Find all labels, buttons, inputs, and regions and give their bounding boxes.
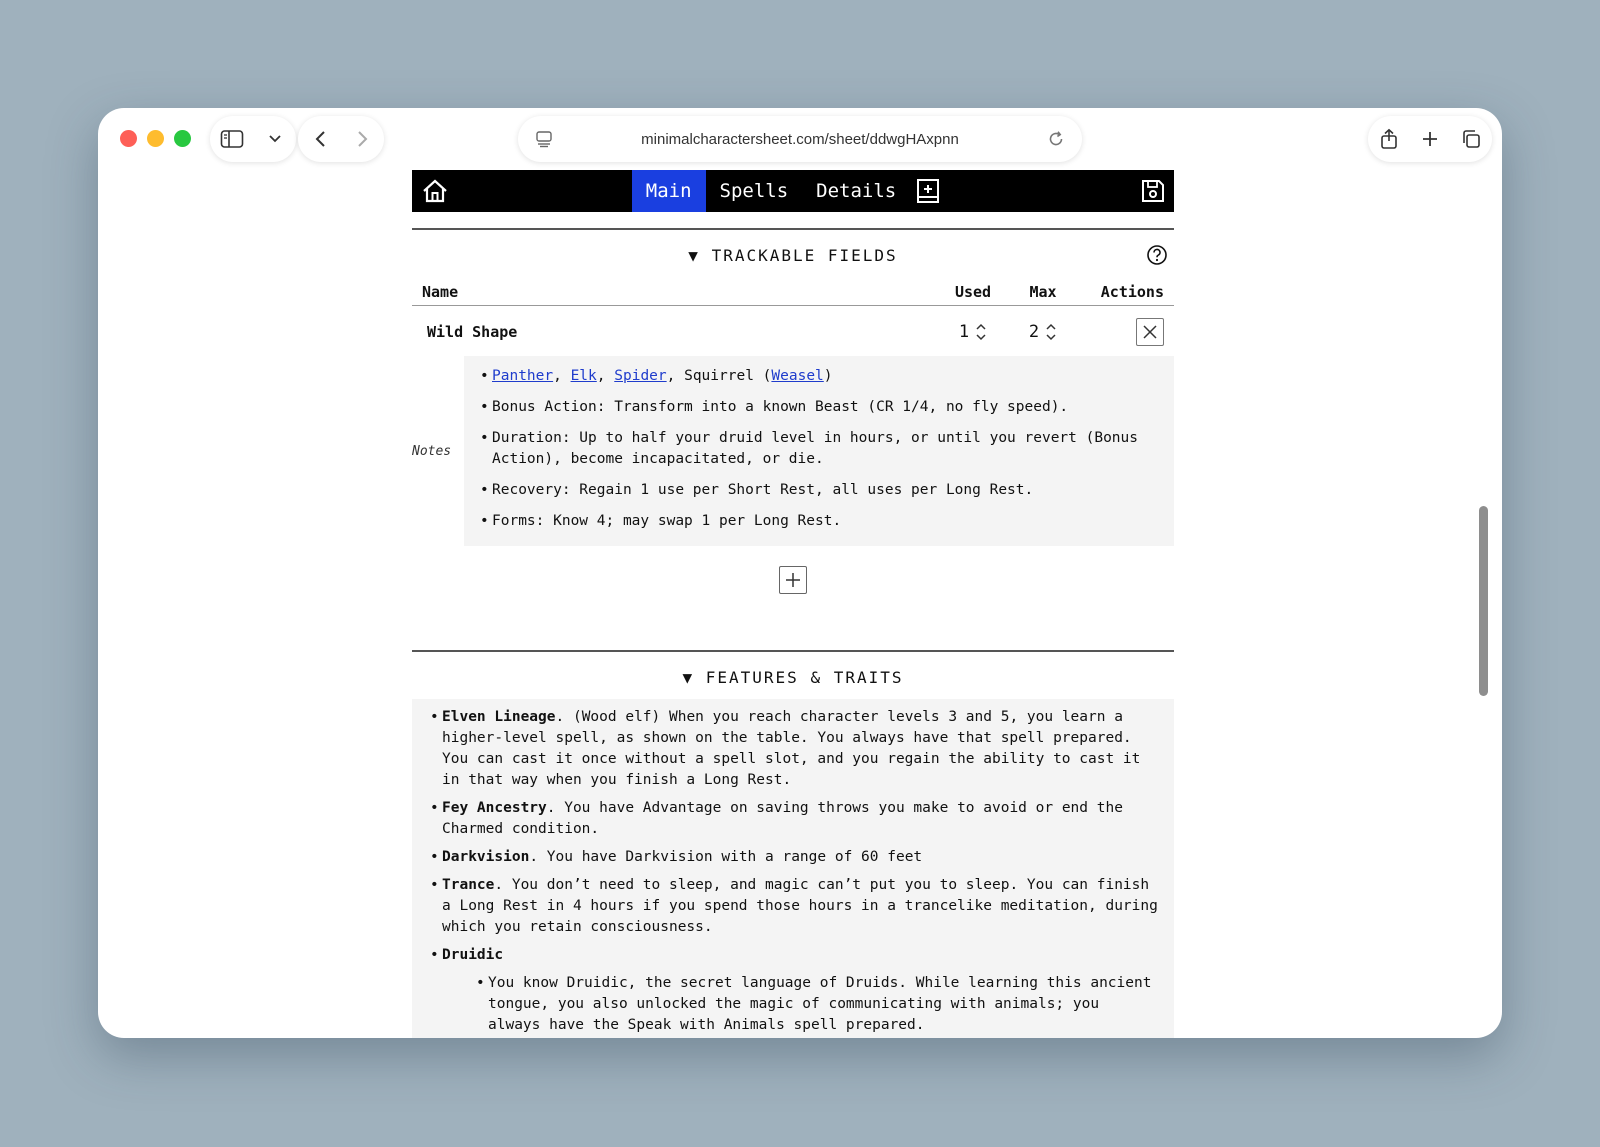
trackable-fields-section: ▼ TRACKABLE FIELDS Name Used Max Actions…: [412, 228, 1174, 650]
plus-icon: [786, 573, 800, 587]
close-window-button[interactable]: [120, 130, 137, 147]
tab-main[interactable]: Main: [631, 170, 706, 212]
features-content[interactable]: • Elven Lineage. (Wood elf) When you reac…: [412, 699, 1174, 1038]
add-page-icon[interactable]: [910, 170, 946, 212]
note-text: Forms: Know 4; may swap 1 per Long Rest.: [492, 513, 842, 529]
page-menu-icon[interactable]: [532, 127, 556, 151]
features-traits-section: ▼ FEATURES & TRAITS • Elven Lineage. (Woo…: [412, 650, 1174, 1038]
list-item: • Fey Ancestry. You have Advantage on sav…: [430, 800, 1123, 837]
notes-content[interactable]: • Panther, Elk, Spider, Squirrel (Weasel…: [464, 356, 1174, 546]
list-item: • Bonus Action: Transform into a known Be…: [480, 397, 1158, 418]
feature-text: You know Druidic, the secret language of…: [488, 975, 1152, 1033]
note-text: Recovery: Regain 1 use per Short Rest, a…: [492, 482, 1034, 498]
feature-name: Fey Ancestry: [442, 800, 547, 816]
list-item: • Druidic: [430, 947, 504, 963]
stepper-icon[interactable]: [975, 322, 987, 342]
separator: ): [823, 368, 833, 384]
share-icon[interactable]: [1377, 127, 1401, 151]
feature-text: . You don’t need to sleep, and magic can…: [442, 877, 1158, 935]
list-item: • Recovery: Regain 1 use per Short Rest, …: [480, 480, 1158, 501]
trackable-table-header: Name Used Max Actions: [412, 277, 1174, 306]
help-icon[interactable]: [1146, 244, 1168, 270]
list-item: • Forms: Know 4; may swap 1 per Long Rest…: [480, 511, 1158, 532]
tab-spells[interactable]: Spells: [706, 170, 803, 212]
trackable-name[interactable]: Wild Shape: [427, 323, 938, 341]
history-nav-group: [298, 116, 384, 162]
squirrel-text: , Squirrel (: [666, 368, 772, 384]
notes-label: Notes: [412, 443, 452, 459]
link-weasel[interactable]: Weasel: [771, 368, 823, 384]
max-stepper[interactable]: 2: [1008, 322, 1078, 342]
add-trackable-button[interactable]: [779, 566, 807, 594]
character-sheet-page: Main Spells Details ▼ TRACKABLE FIELDS N…: [412, 170, 1174, 1038]
page-scrollbar[interactable]: [1479, 506, 1488, 696]
save-icon[interactable]: [1140, 178, 1166, 208]
sidebar-toggle-group: [210, 116, 296, 162]
url-text[interactable]: minimalcharactersheet.com/sheet/ddwgHAxp…: [556, 131, 1044, 148]
sidebar-icon[interactable]: [220, 127, 244, 151]
tab-overview-icon[interactable]: [1459, 127, 1483, 151]
address-bar[interactable]: minimalcharactersheet.com/sheet/ddwgHAxp…: [518, 116, 1082, 162]
zoom-window-button[interactable]: [174, 130, 191, 147]
minimize-window-button[interactable]: [147, 130, 164, 147]
list-item: • Panther, Elk, Spider, Squirrel (Weasel…: [480, 368, 833, 384]
feature-name: Druidic: [442, 947, 504, 963]
link-spider[interactable]: Spider: [614, 368, 666, 384]
link-elk[interactable]: Elk: [571, 368, 597, 384]
forward-arrow-icon[interactable]: [351, 127, 375, 151]
col-used: Used: [954, 283, 992, 301]
list-item: • Trance. You don’t need to sleep, and ma…: [430, 877, 1158, 935]
col-max: Max: [1029, 283, 1057, 301]
add-trackable-row: [412, 546, 1174, 650]
used-value[interactable]: 1: [959, 322, 969, 342]
home-icon[interactable]: [422, 178, 448, 208]
max-value[interactable]: 2: [1029, 322, 1039, 342]
table-row: Wild Shape 1 2: [412, 306, 1174, 356]
features-traits-toggle[interactable]: ▼ FEATURES & TRAITS: [412, 652, 1174, 699]
list-item: • You know Druidic, the secret language o…: [430, 973, 1158, 1036]
tab-details[interactable]: Details: [802, 170, 910, 212]
col-actions: Actions: [1100, 283, 1164, 301]
new-tab-icon[interactable]: [1418, 127, 1442, 151]
feature-name: Elven Lineage: [442, 709, 556, 725]
sheet-navbar: Main Spells Details: [412, 170, 1174, 212]
close-icon: [1143, 325, 1157, 339]
back-arrow-icon[interactable]: [308, 127, 332, 151]
browser-toolbar: minimalcharactersheet.com/sheet/ddwgHAxp…: [98, 108, 1502, 170]
chevron-down-icon[interactable]: [263, 127, 287, 151]
reload-icon[interactable]: [1044, 127, 1068, 151]
browser-actions-group: [1368, 116, 1492, 162]
list-item: • Darkvision. You have Darkvision with a …: [430, 849, 923, 865]
feature-name: Trance: [442, 877, 495, 893]
link-panther[interactable]: Panther: [492, 368, 553, 384]
notes-row: Notes • Panther, Elk, Spider, Squirrel (…: [412, 356, 1174, 546]
list-item: • Elven Lineage. (Wood elf) When you reac…: [430, 709, 1141, 788]
note-text: Bonus Action: Transform into a known Bea…: [492, 399, 1069, 415]
trackable-fields-toggle[interactable]: ▼ TRACKABLE FIELDS: [412, 230, 1174, 277]
list-item: • Duration: Up to half your druid level i…: [480, 428, 1158, 470]
delete-row-button[interactable]: [1136, 318, 1164, 346]
row-actions: [1078, 318, 1164, 346]
feature-name: Darkvision: [442, 849, 530, 865]
separator: ,: [553, 368, 571, 384]
used-stepper[interactable]: 1: [938, 322, 1008, 342]
feature-text: . You have Darkvision with a range of 60…: [529, 849, 923, 865]
note-text: Duration: Up to half your druid level in…: [492, 430, 1139, 467]
col-name: Name: [422, 283, 459, 301]
separator: ,: [596, 368, 615, 384]
stepper-icon[interactable]: [1045, 322, 1057, 342]
sheet-tabs: Main Spells Details: [631, 170, 946, 212]
browser-window: minimalcharactersheet.com/sheet/ddwgHAxp…: [98, 108, 1502, 1038]
